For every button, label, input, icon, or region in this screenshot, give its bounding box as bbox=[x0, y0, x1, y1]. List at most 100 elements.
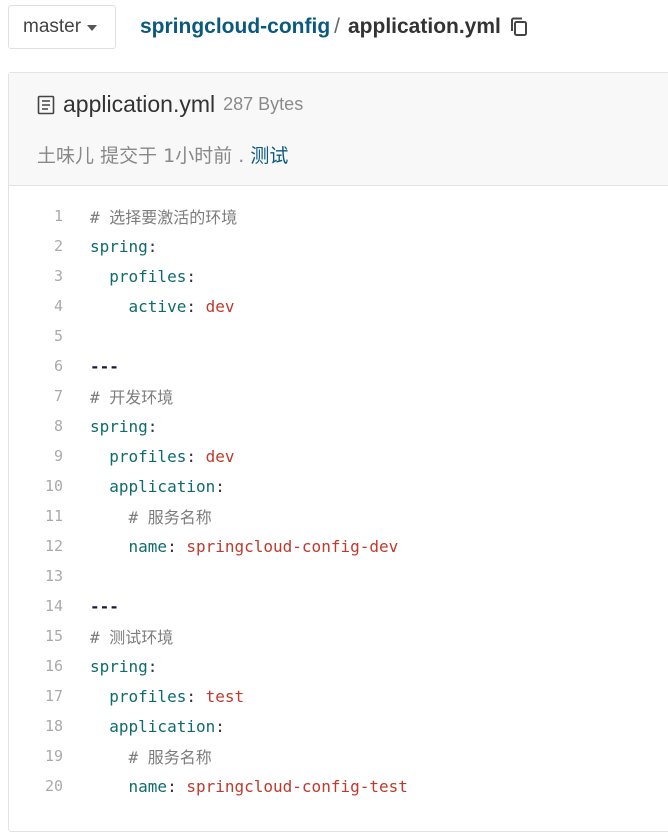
code-token: # 测试环境 bbox=[90, 628, 174, 647]
line-content: application: bbox=[90, 717, 225, 736]
code-line: 9 profiles: dev bbox=[9, 441, 668, 471]
commit-author[interactable]: 土味儿 bbox=[37, 145, 94, 167]
code-token: profiles bbox=[109, 266, 187, 286]
line-content: spring: bbox=[90, 237, 157, 256]
line-number[interactable]: 15 bbox=[9, 627, 90, 645]
code-line: 11 # 服务名称 bbox=[9, 501, 668, 531]
line-number[interactable]: 9 bbox=[9, 447, 90, 465]
code-line: 13 bbox=[9, 561, 668, 591]
code-token: : bbox=[147, 656, 158, 676]
code-token: springcloud-config-test bbox=[186, 776, 408, 796]
line-number[interactable]: 19 bbox=[9, 747, 90, 765]
file-title: application.yml 287 Bytes bbox=[37, 91, 303, 118]
file-text-icon bbox=[37, 95, 55, 114]
code-line: 12 name: springcloud-config-dev bbox=[9, 531, 668, 561]
code-token: profiles bbox=[109, 446, 187, 466]
code-token: dev bbox=[205, 446, 235, 466]
line-number[interactable]: 7 bbox=[9, 387, 90, 405]
code-token: active bbox=[128, 296, 187, 316]
commit-dot: . bbox=[238, 145, 245, 167]
repo-link[interactable]: springcloud-config bbox=[140, 15, 330, 39]
line-number[interactable]: 3 bbox=[9, 267, 90, 285]
code-token: : bbox=[215, 716, 225, 736]
file-name: application.yml bbox=[63, 91, 216, 117]
line-number[interactable]: 4 bbox=[9, 297, 90, 315]
line-content: name: springcloud-config-test bbox=[90, 777, 408, 796]
branch-selector[interactable]: master bbox=[8, 5, 116, 49]
caret-down-icon bbox=[87, 25, 98, 31]
code-token: : bbox=[167, 536, 187, 556]
code-token: : bbox=[186, 686, 206, 706]
code-token: : bbox=[186, 446, 206, 466]
code-token: # 服务名称 bbox=[128, 748, 212, 767]
commit-message[interactable]: 测试 bbox=[250, 145, 288, 167]
line-content: name: springcloud-config-dev bbox=[90, 536, 399, 556]
line-number[interactable]: 20 bbox=[9, 777, 90, 795]
line-content: --- bbox=[90, 597, 119, 616]
code-token: spring bbox=[90, 236, 148, 256]
line-number[interactable]: 17 bbox=[9, 687, 90, 705]
line-content: # 开发环境 bbox=[90, 384, 173, 408]
top-bar: master springcloud-config / application.… bbox=[0, 0, 668, 60]
code-line: 2 spring: bbox=[9, 231, 668, 261]
code-token: # 选择要激活的环境 bbox=[90, 208, 238, 227]
code-token: test bbox=[205, 686, 245, 706]
line-content: --- bbox=[90, 357, 119, 376]
line-number[interactable]: 14 bbox=[9, 597, 90, 615]
copy-icon[interactable] bbox=[509, 16, 529, 38]
code-token: : bbox=[186, 266, 196, 286]
code-token: # 服务名称 bbox=[128, 508, 212, 527]
file-panel: application.yml 287 Bytes 土味儿 提交于 1小时前 .… bbox=[8, 72, 668, 832]
line-content: # 选择要激活的环境 bbox=[90, 204, 237, 228]
file-header: application.yml 287 Bytes 土味儿 提交于 1小时前 .… bbox=[9, 73, 668, 186]
code-line: 7 # 开发环境 bbox=[9, 381, 668, 411]
line-number[interactable]: 12 bbox=[9, 537, 90, 555]
line-number[interactable]: 10 bbox=[9, 477, 90, 495]
code-token: application bbox=[109, 716, 216, 736]
code-line: 5 bbox=[9, 321, 668, 351]
code-line: 14 --- bbox=[9, 591, 668, 621]
code-line: 10 application: bbox=[9, 471, 668, 501]
line-number[interactable]: 13 bbox=[9, 567, 90, 585]
code-line: 15 # 测试环境 bbox=[9, 621, 668, 651]
code-token: dev bbox=[205, 296, 235, 316]
code-token: spring bbox=[90, 416, 148, 436]
line-number[interactable]: 2 bbox=[9, 237, 90, 255]
code-line: 4 active: dev bbox=[9, 291, 668, 321]
code-line: 17 profiles: test bbox=[9, 681, 668, 711]
line-number[interactable]: 6 bbox=[9, 357, 90, 375]
line-number[interactable]: 11 bbox=[9, 507, 90, 525]
line-content: profiles: dev bbox=[90, 446, 235, 466]
code-line: 8 spring: bbox=[9, 411, 668, 441]
breadcrumb: springcloud-config / application.yml bbox=[140, 15, 529, 39]
code-token: spring bbox=[90, 656, 148, 676]
line-number[interactable]: 5 bbox=[9, 327, 90, 345]
code-line: 19 # 服务名称 bbox=[9, 741, 668, 771]
line-content: # 测试环境 bbox=[90, 624, 173, 648]
code-token: --- bbox=[90, 356, 119, 376]
code-token: : bbox=[186, 296, 206, 316]
code-token: springcloud-config-dev bbox=[186, 536, 399, 556]
code-token: # 开发环境 bbox=[90, 388, 174, 407]
code-token: : bbox=[215, 476, 225, 496]
line-content: application: bbox=[90, 477, 225, 496]
line-content: active: dev bbox=[90, 297, 235, 316]
line-number[interactable]: 18 bbox=[9, 717, 90, 735]
line-content: profiles: test bbox=[90, 687, 244, 706]
line-number[interactable]: 16 bbox=[9, 657, 90, 675]
code-line: 1 # 选择要激活的环境 bbox=[9, 201, 668, 231]
line-number[interactable]: 8 bbox=[9, 417, 90, 435]
code-line: 20 name: springcloud-config-test bbox=[9, 771, 668, 801]
line-number[interactable]: 1 bbox=[9, 207, 90, 225]
code-token: --- bbox=[90, 596, 119, 616]
code-token: : bbox=[167, 776, 187, 796]
branch-name: master bbox=[23, 16, 82, 37]
code-line: 16 spring: bbox=[9, 651, 668, 681]
